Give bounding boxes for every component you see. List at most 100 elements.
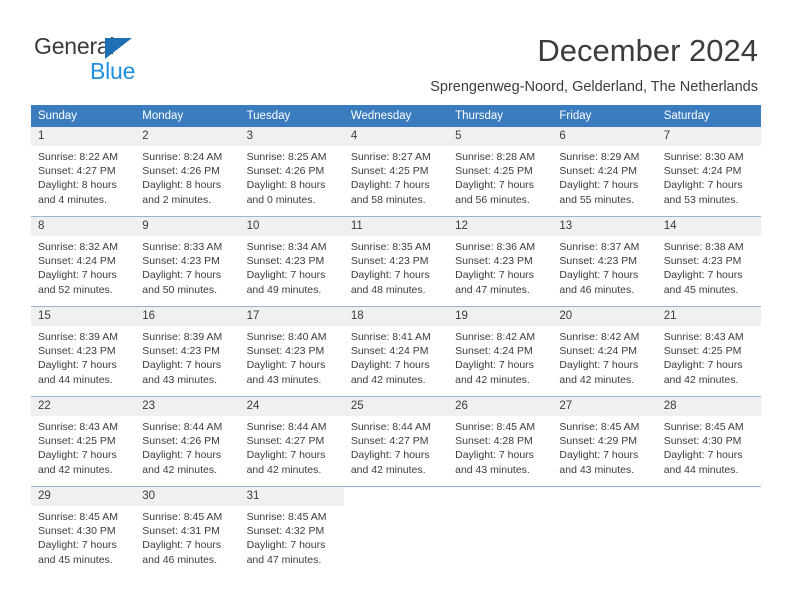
day-cell[interactable]: 5 Sunrise: 8:28 AM Sunset: 4:25 PM Dayli… bbox=[448, 127, 553, 217]
daylight-text-line2: and 42 minutes. bbox=[38, 463, 113, 476]
sunset-text: Sunset: 4:24 PM bbox=[455, 345, 533, 358]
day-cell[interactable]: 29 Sunrise: 8:45 AM Sunset: 4:30 PM Dayl… bbox=[31, 486, 136, 576]
daylight-text-line2: and 42 minutes. bbox=[663, 373, 739, 386]
sunset-text: Sunset: 4:30 PM bbox=[38, 525, 116, 538]
daylight-text-line2: and 52 minutes. bbox=[38, 283, 113, 296]
day-cell[interactable]: 2 Sunrise: 8:24 AM Sunset: 4:26 PM Dayli… bbox=[135, 127, 240, 217]
day-cell[interactable]: 3 Sunrise: 8:25 AM Sunset: 4:26 PM Dayli… bbox=[239, 127, 344, 217]
day-cell[interactable]: 26 Sunrise: 8:45 AM Sunset: 4:28 PM Dayl… bbox=[448, 396, 553, 487]
calendar-week-row: 15 Sunrise: 8:39 AM Sunset: 4:23 PM Dayl… bbox=[31, 306, 761, 397]
day-details: Sunrise: 8:36 AM Sunset: 4:23 PM Dayligh… bbox=[448, 236, 552, 297]
daylight-text-line2: and 42 minutes. bbox=[350, 463, 426, 476]
day-cell[interactable]: 28 Sunrise: 8:45 AM Sunset: 4:30 PM Dayl… bbox=[656, 396, 761, 487]
daylight-text-line2: and 43 minutes. bbox=[559, 463, 635, 476]
daylight-text-line1: Daylight: 7 hours bbox=[38, 449, 117, 462]
day-cell[interactable]: 10 Sunrise: 8:34 AM Sunset: 4:23 PM Dayl… bbox=[239, 216, 344, 307]
calendar-grid: Sunday Monday Tuesday Wednesday Thursday… bbox=[31, 105, 761, 576]
day-cell[interactable]: 12 Sunrise: 8:36 AM Sunset: 4:23 PM Dayl… bbox=[448, 216, 553, 307]
sunset-text: Sunset: 4:23 PM bbox=[559, 255, 638, 268]
daylight-text-line1: Daylight: 7 hours bbox=[559, 179, 639, 192]
sunset-text: Sunset: 4:25 PM bbox=[663, 345, 742, 358]
day-cell[interactable]: 6 Sunrise: 8:29 AM Sunset: 4:24 PM Dayli… bbox=[552, 127, 657, 217]
day-cell[interactable]: 19 Sunrise: 8:42 AM Sunset: 4:24 PM Dayl… bbox=[448, 306, 553, 397]
day-cell[interactable]: 4 Sunrise: 8:27 AM Sunset: 4:25 PM Dayli… bbox=[343, 127, 449, 217]
day-cell[interactable]: 1 Sunrise: 8:22 AM Sunset: 4:27 PM Dayli… bbox=[31, 127, 136, 217]
sunset-text: Sunset: 4:26 PM bbox=[246, 165, 325, 178]
daylight-text-line2: and 55 minutes. bbox=[559, 193, 635, 206]
day-number bbox=[448, 487, 552, 506]
sunset-text: Sunset: 4:23 PM bbox=[350, 255, 429, 268]
daylight-text-line1: Daylight: 7 hours bbox=[455, 179, 534, 192]
day-cell[interactable]: 8 Sunrise: 8:32 AM Sunset: 4:24 PM Dayli… bbox=[31, 216, 136, 307]
day-number bbox=[552, 487, 656, 506]
daylight-text-line2: and 45 minutes. bbox=[38, 553, 113, 566]
day-cell[interactable]: 24 Sunrise: 8:44 AM Sunset: 4:27 PM Dayl… bbox=[239, 396, 344, 487]
day-cell[interactable]: 18 Sunrise: 8:41 AM Sunset: 4:24 PM Dayl… bbox=[343, 306, 449, 397]
day-details: Sunrise: 8:40 AM Sunset: 4:23 PM Dayligh… bbox=[240, 326, 344, 387]
sunrise-text: Sunrise: 8:41 AM bbox=[350, 331, 431, 343]
daylight-text-line1: Daylight: 7 hours bbox=[663, 359, 743, 372]
day-cell-empty bbox=[343, 486, 449, 576]
sunset-text: Sunset: 4:23 PM bbox=[142, 255, 220, 268]
day-number: 9 bbox=[135, 217, 240, 236]
day-details: Sunrise: 8:44 AM Sunset: 4:27 PM Dayligh… bbox=[344, 416, 448, 477]
sunset-text: Sunset: 4:30 PM bbox=[663, 435, 742, 448]
day-details: Sunrise: 8:30 AM Sunset: 4:24 PM Dayligh… bbox=[657, 146, 761, 207]
day-cell[interactable]: 21 Sunrise: 8:43 AM Sunset: 4:25 PM Dayl… bbox=[656, 306, 761, 397]
daylight-text-line2: and 42 minutes. bbox=[142, 463, 217, 476]
sunrise-text: Sunrise: 8:37 AM bbox=[559, 241, 640, 253]
sunrise-text: Sunrise: 8:42 AM bbox=[455, 331, 536, 343]
sunrise-text: Sunrise: 8:45 AM bbox=[246, 511, 327, 523]
day-number: 16 bbox=[135, 307, 240, 326]
day-cell[interactable]: 16 Sunrise: 8:39 AM Sunset: 4:23 PM Dayl… bbox=[135, 306, 240, 397]
weekday-header-friday: Friday bbox=[552, 105, 657, 127]
sunset-text: Sunset: 4:29 PM bbox=[559, 435, 638, 448]
day-cell[interactable]: 20 Sunrise: 8:42 AM Sunset: 4:24 PM Dayl… bbox=[552, 306, 657, 397]
daylight-text-line1: Daylight: 7 hours bbox=[350, 449, 430, 462]
day-number: 3 bbox=[239, 127, 344, 146]
day-cell[interactable]: 23 Sunrise: 8:44 AM Sunset: 4:26 PM Dayl… bbox=[135, 396, 240, 487]
day-details: Sunrise: 8:41 AM Sunset: 4:24 PM Dayligh… bbox=[344, 326, 448, 387]
daylight-text-line2: and 50 minutes. bbox=[142, 283, 217, 296]
day-number: 4 bbox=[343, 127, 449, 146]
daylight-text-line2: and 46 minutes. bbox=[142, 553, 217, 566]
daylight-text-line1: Daylight: 7 hours bbox=[663, 269, 743, 282]
day-number: 31 bbox=[239, 487, 344, 506]
day-cell[interactable]: 13 Sunrise: 8:37 AM Sunset: 4:23 PM Dayl… bbox=[552, 216, 657, 307]
sunset-text: Sunset: 4:23 PM bbox=[246, 345, 325, 358]
sunset-text: Sunset: 4:32 PM bbox=[246, 525, 325, 538]
day-cell[interactable]: 27 Sunrise: 8:45 AM Sunset: 4:29 PM Dayl… bbox=[552, 396, 657, 487]
sunrise-text: Sunrise: 8:45 AM bbox=[455, 421, 536, 433]
day-cell[interactable]: 30 Sunrise: 8:45 AM Sunset: 4:31 PM Dayl… bbox=[135, 486, 240, 576]
daylight-text-line1: Daylight: 7 hours bbox=[38, 539, 117, 552]
day-number: 1 bbox=[31, 127, 136, 146]
day-details: Sunrise: 8:42 AM Sunset: 4:24 PM Dayligh… bbox=[552, 326, 656, 387]
daylight-text-line2: and 42 minutes. bbox=[455, 373, 530, 386]
day-cell[interactable]: 25 Sunrise: 8:44 AM Sunset: 4:27 PM Dayl… bbox=[343, 396, 449, 487]
day-cell[interactable]: 22 Sunrise: 8:43 AM Sunset: 4:25 PM Dayl… bbox=[31, 396, 136, 487]
day-cell[interactable]: 31 Sunrise: 8:45 AM Sunset: 4:32 PM Dayl… bbox=[239, 486, 344, 576]
calendar-week-row: 8 Sunrise: 8:32 AM Sunset: 4:24 PM Dayli… bbox=[31, 216, 761, 307]
sunset-text: Sunset: 4:24 PM bbox=[38, 255, 116, 268]
day-cell[interactable]: 9 Sunrise: 8:33 AM Sunset: 4:23 PM Dayli… bbox=[135, 216, 240, 307]
sunrise-text: Sunrise: 8:39 AM bbox=[142, 331, 223, 343]
daylight-text-line1: Daylight: 7 hours bbox=[663, 449, 743, 462]
daylight-text-line2: and 48 minutes. bbox=[350, 283, 426, 296]
weekday-header-sunday: Sunday bbox=[31, 105, 136, 127]
sunset-text: Sunset: 4:25 PM bbox=[455, 165, 533, 178]
day-cell[interactable]: 17 Sunrise: 8:40 AM Sunset: 4:23 PM Dayl… bbox=[239, 306, 344, 397]
daylight-text-line2: and 43 minutes. bbox=[455, 463, 530, 476]
sunrise-text: Sunrise: 8:29 AM bbox=[559, 151, 640, 163]
day-cell[interactable]: 15 Sunrise: 8:39 AM Sunset: 4:23 PM Dayl… bbox=[31, 306, 136, 397]
logo-text-general: General bbox=[34, 33, 115, 59]
day-cell[interactable]: 11 Sunrise: 8:35 AM Sunset: 4:23 PM Dayl… bbox=[343, 216, 449, 307]
daylight-text-line1: Daylight: 7 hours bbox=[246, 449, 326, 462]
daylight-text-line1: Daylight: 7 hours bbox=[246, 359, 326, 372]
day-number: 14 bbox=[656, 217, 761, 236]
daylight-text-line1: Daylight: 7 hours bbox=[350, 179, 430, 192]
day-details: Sunrise: 8:43 AM Sunset: 4:25 PM Dayligh… bbox=[657, 326, 761, 387]
day-cell[interactable]: 14 Sunrise: 8:38 AM Sunset: 4:23 PM Dayl… bbox=[656, 216, 761, 307]
day-cell[interactable]: 7 Sunrise: 8:30 AM Sunset: 4:24 PM Dayli… bbox=[656, 127, 761, 217]
day-details: Sunrise: 8:27 AM Sunset: 4:25 PM Dayligh… bbox=[344, 146, 448, 207]
sunset-text: Sunset: 4:28 PM bbox=[455, 435, 533, 448]
